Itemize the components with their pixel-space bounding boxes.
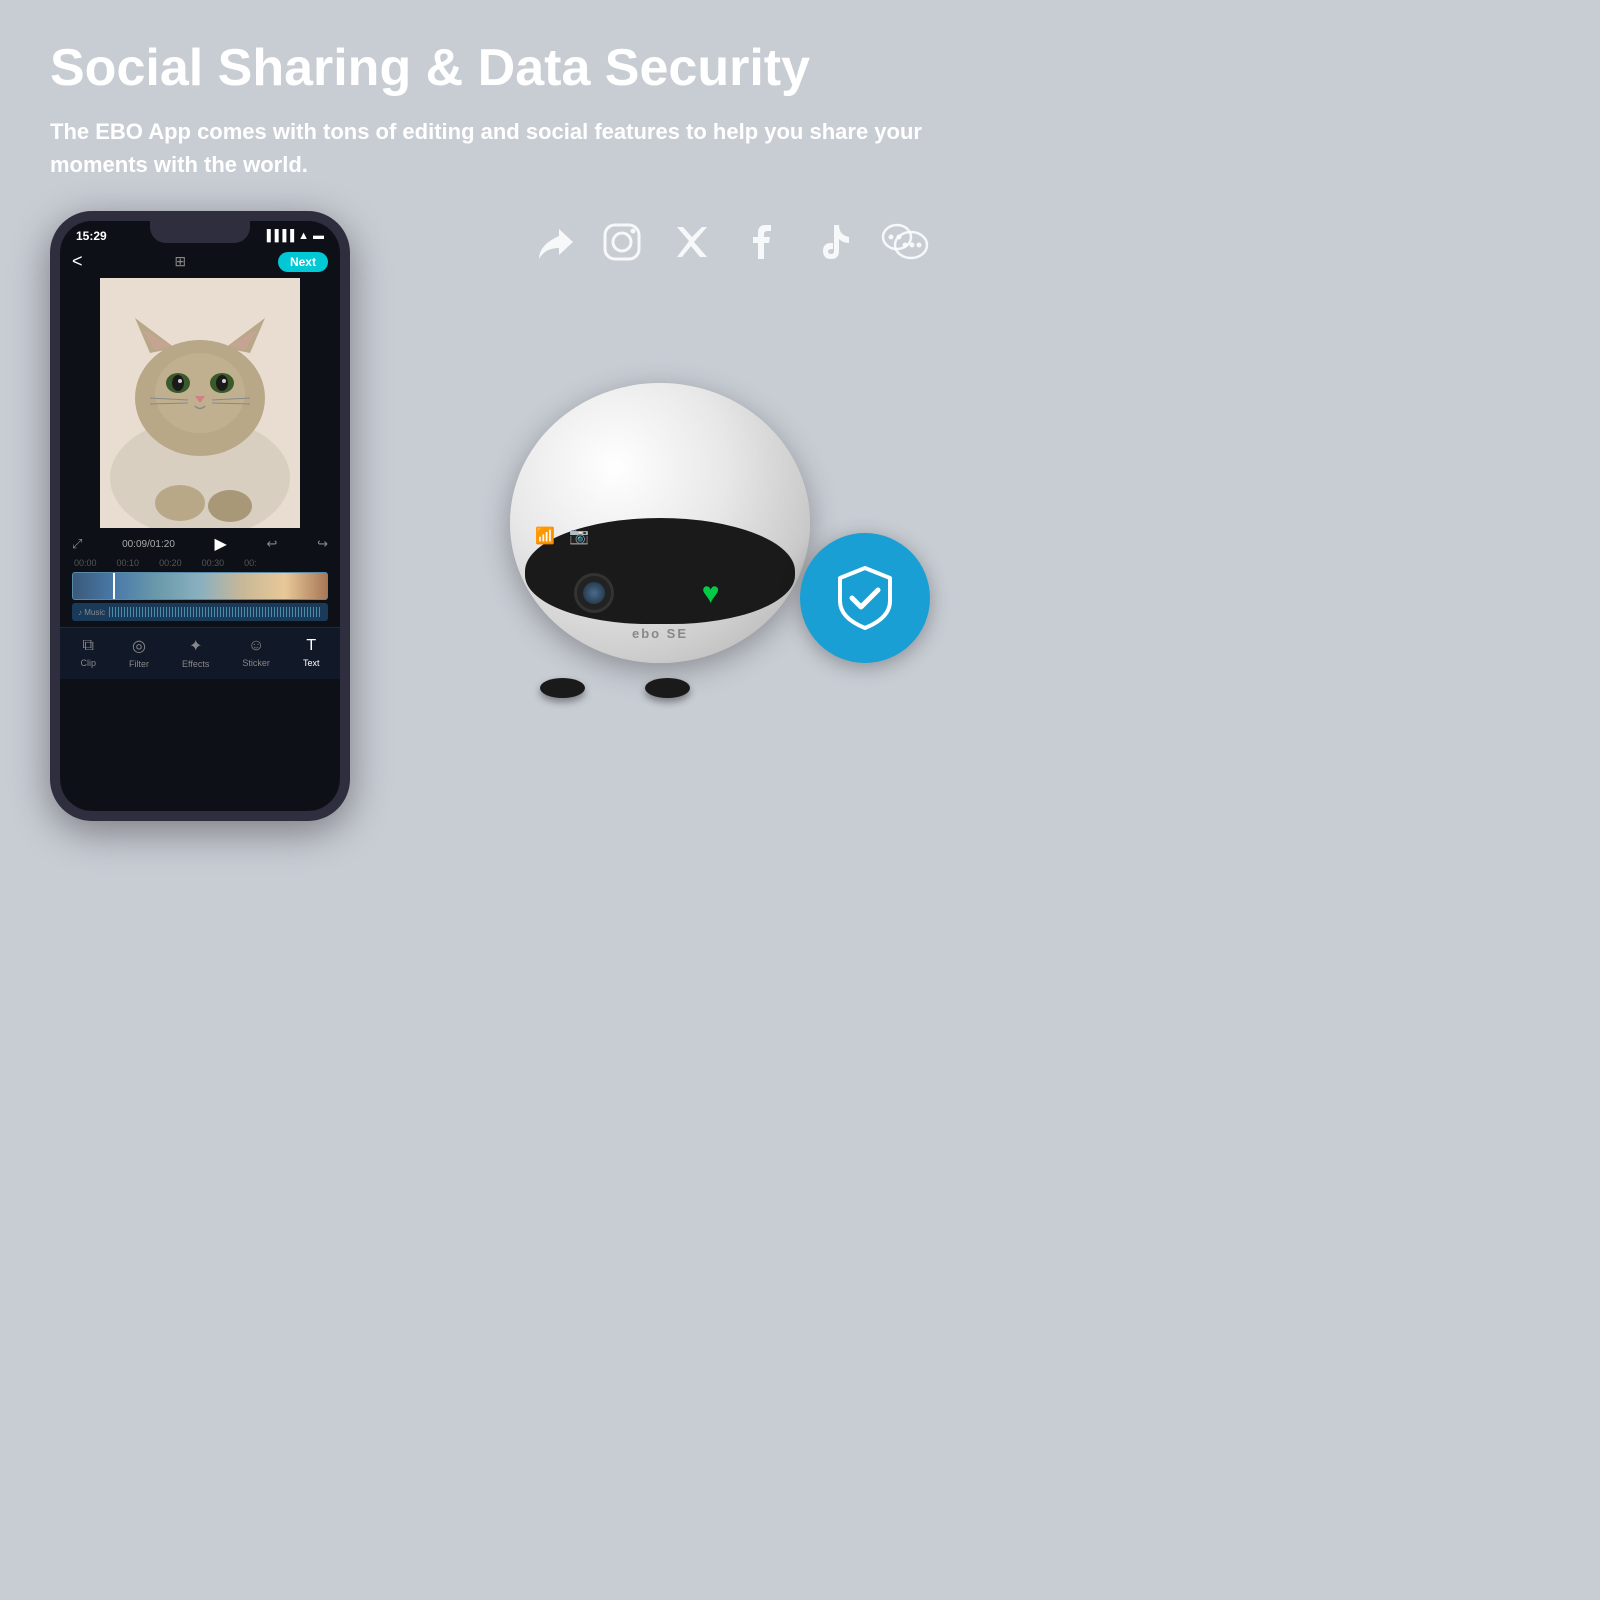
- security-badge: [800, 533, 930, 663]
- twitter-icon: [671, 221, 713, 263]
- text-icon: T: [306, 637, 316, 655]
- toolbar-item-sticker[interactable]: ☺ Sticker: [242, 637, 270, 668]
- audio-strip[interactable]: ♪ Music: [72, 603, 328, 621]
- toolbar-item-filter[interactable]: ◎ Filter: [129, 636, 149, 669]
- time-mark-3: 00:30: [202, 558, 225, 568]
- undo-icon[interactable]: ↩: [267, 536, 278, 552]
- play-button[interactable]: ▶: [215, 534, 227, 554]
- shield-check-icon: [830, 563, 900, 633]
- wifi-icon: ▲: [298, 230, 309, 242]
- robot-camera-lens: [574, 573, 614, 613]
- phone-mockup: 15:29 ▐▐▐▐ ▲ ▬ < ⊞ Next: [50, 211, 370, 821]
- robot-foot-right: [645, 678, 690, 698]
- status-icons: ▐▐▐▐ ▲ ▬: [263, 230, 324, 242]
- cat-photo: [100, 278, 300, 528]
- robot-feet: [540, 678, 690, 698]
- volume-up-btn: [340, 341, 344, 376]
- time-mark-4: 00:: [244, 558, 257, 568]
- playback-area: ⤢ 00:09/01:20 ▶ ↩ ↪ 00:00 00:10 00:20 00…: [60, 528, 340, 627]
- phone-notch: [150, 221, 250, 243]
- fullscreen-icon[interactable]: ⤢: [72, 536, 82, 552]
- signal-icon: ▐▐▐▐: [263, 230, 294, 242]
- page-subtitle: The EBO App comes with tons of editing a…: [50, 115, 950, 181]
- filter-icon: ◎: [132, 636, 146, 656]
- robot-body: 📶 📷 ♥ ebo SE: [510, 383, 820, 683]
- app-header: < ⊞ Next: [60, 247, 340, 278]
- clip-icon: ⧉: [83, 637, 94, 655]
- social-icons-row: [511, 221, 929, 263]
- toolbar-item-clip[interactable]: ⧉ Clip: [81, 637, 97, 668]
- instagram-icon: [601, 221, 643, 263]
- sticker-icon: ☺: [248, 637, 264, 655]
- audio-label: ♪ Music: [78, 608, 105, 617]
- robot-wifi-icon: 📶: [535, 526, 555, 546]
- redo-icon[interactable]: ↪: [317, 536, 328, 552]
- effects-icon: ✦: [189, 636, 202, 656]
- share-icon: [531, 221, 573, 263]
- app-toolbar: ⧉ Clip ◎ Filter ✦ Effects ☺: [60, 627, 340, 679]
- video-strip[interactable]: [72, 572, 328, 600]
- right-side: 📶 📷 ♥ ebo SE: [370, 211, 1010, 683]
- text-label: Text: [303, 658, 320, 668]
- clip-label: Clip: [81, 658, 97, 668]
- filter-label: Filter: [129, 659, 149, 669]
- robot-camera-icon: 📷: [569, 526, 589, 546]
- sticker-label: Sticker: [242, 658, 270, 668]
- page-title: Social Sharing & Data Security: [50, 40, 1010, 97]
- status-time: 15:29: [76, 229, 107, 243]
- page-container: Social Sharing & Data Security The EBO A…: [0, 0, 1060, 1060]
- robot-heart: ♥: [686, 569, 736, 619]
- video-preview: [100, 278, 300, 528]
- effects-label: Effects: [182, 659, 209, 669]
- volume-down-btn: [340, 386, 344, 421]
- facebook-icon: [741, 221, 783, 263]
- playback-time: 00:09/01:20: [122, 539, 175, 550]
- time-mark-2: 00:20: [159, 558, 182, 568]
- robot-foot-left: [540, 678, 585, 698]
- playhead-marker: [113, 573, 115, 599]
- robot-area: 📶 📷 ♥ ebo SE: [510, 323, 930, 683]
- time-mark-0: 00:00: [74, 558, 97, 568]
- next-button[interactable]: Next: [278, 252, 328, 272]
- phone-outer: 15:29 ▐▐▐▐ ▲ ▬ < ⊞ Next: [50, 211, 350, 821]
- robot-sphere: 📶 📷 ♥ ebo SE: [510, 383, 810, 663]
- back-button[interactable]: <: [72, 251, 83, 272]
- playback-controls: ⤢ 00:09/01:20 ▶ ↩ ↪: [72, 534, 328, 554]
- grid-icon[interactable]: ⊞: [174, 253, 186, 270]
- toolbar-item-text[interactable]: T Text: [303, 637, 320, 668]
- robot-belt: 📶 📷 ♥: [525, 518, 795, 624]
- audio-waveform: [109, 607, 322, 617]
- timeline-clips: ♪ Music: [72, 572, 328, 621]
- wechat-icon: [881, 221, 929, 263]
- robot-brand-label: ebo SE: [632, 626, 688, 641]
- robot-lens: [583, 582, 605, 604]
- tiktok-icon: [811, 221, 853, 263]
- toolbar-item-effects[interactable]: ✦ Effects: [182, 636, 209, 669]
- battery-icon: ▬: [313, 230, 324, 242]
- phone-screen: 15:29 ▐▐▐▐ ▲ ▬ < ⊞ Next: [60, 221, 340, 811]
- content-area: 15:29 ▐▐▐▐ ▲ ▬ < ⊞ Next: [50, 211, 1010, 821]
- timeline-ruler: 00:00 00:10 00:20 00:30 00:: [72, 558, 328, 568]
- time-mark-1: 00:10: [117, 558, 140, 568]
